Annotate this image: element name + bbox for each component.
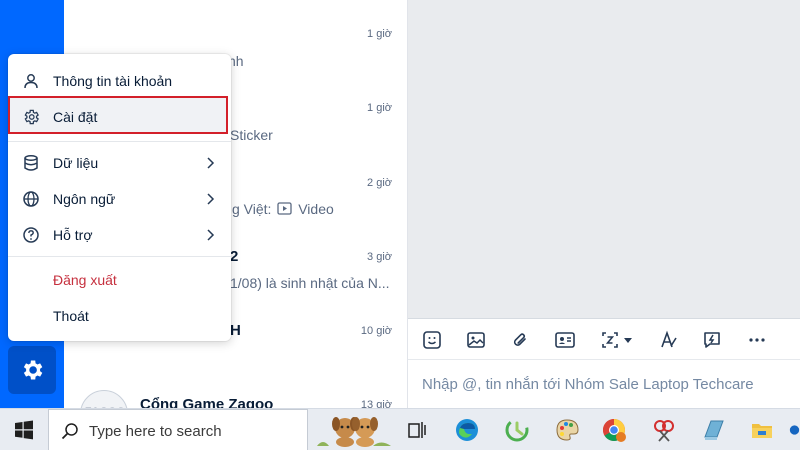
taskbar-app-edge[interactable] bbox=[453, 416, 481, 444]
text-format-button[interactable] bbox=[657, 328, 681, 352]
edge-icon bbox=[456, 419, 478, 441]
conversation-title: H bbox=[230, 322, 241, 339]
app-swirl-icon bbox=[505, 418, 529, 442]
gear-icon bbox=[23, 360, 43, 380]
sticker-button[interactable] bbox=[420, 328, 444, 352]
user-icon bbox=[24, 74, 38, 89]
conversation-time: 2 giờ bbox=[367, 177, 392, 189]
puppies-icon bbox=[317, 417, 391, 447]
conversation-time: 13 giờ bbox=[360, 399, 392, 408]
folder-icon bbox=[752, 424, 772, 438]
menu-divider bbox=[8, 256, 231, 257]
menu-item-data[interactable]: Dữ liệu bbox=[8, 145, 231, 181]
menu-item-language[interactable]: Ngôn ngữ bbox=[8, 181, 231, 217]
quick-message-button[interactable] bbox=[700, 328, 724, 352]
conversation-snippet: Sticker bbox=[230, 127, 273, 143]
conversation-snippet: g Việt: Video bbox=[232, 201, 334, 217]
search-placeholder: Type here to search bbox=[89, 423, 222, 440]
snippet-prefix: g Việt: bbox=[232, 201, 272, 217]
attach-button[interactable] bbox=[508, 328, 532, 352]
paperclip-icon bbox=[513, 333, 526, 346]
screenshot-icon bbox=[602, 332, 632, 348]
menu-item-account-info[interactable]: Thông tin tài khoản bbox=[8, 63, 231, 99]
lightning-message-icon bbox=[704, 332, 720, 348]
taskbar-app-notepad[interactable] bbox=[700, 416, 728, 444]
taskbar-app-chrome[interactable] bbox=[600, 416, 628, 444]
menu-label: Đăng xuất bbox=[53, 272, 117, 288]
menu-label: Ngôn ngữ bbox=[53, 191, 116, 207]
search-highlight-image bbox=[315, 412, 393, 448]
taskbar-search[interactable]: Type here to search bbox=[48, 409, 308, 450]
contact-card-icon bbox=[555, 332, 575, 348]
settings-menu: Thông tin tài khoản Cài đặt Dữ liệu Ngôn… bbox=[8, 54, 231, 341]
snippet-suffix: Video bbox=[298, 201, 334, 217]
taskbar-app-file-explorer[interactable] bbox=[748, 416, 776, 444]
start-button[interactable] bbox=[10, 416, 38, 444]
taskbar-app-snipping[interactable] bbox=[650, 416, 678, 444]
snipping-tool-icon bbox=[654, 420, 674, 442]
conversation-time: 10 giờ bbox=[360, 325, 392, 337]
chevron-right-icon bbox=[207, 229, 215, 241]
more-options-button[interactable] bbox=[745, 328, 769, 352]
conversation-time: 1 giờ bbox=[367, 102, 392, 114]
chat-messages-area bbox=[408, 0, 800, 318]
gear-icon bbox=[24, 109, 39, 125]
menu-item-support[interactable]: Hỗ trợ bbox=[8, 217, 231, 253]
task-view-button[interactable] bbox=[403, 416, 431, 444]
database-icon bbox=[24, 155, 38, 171]
conversation-title: 2 bbox=[230, 248, 239, 265]
screenshot-button[interactable] bbox=[598, 328, 638, 352]
sticker-icon bbox=[423, 331, 441, 349]
task-view-icon bbox=[408, 422, 426, 438]
conversation-time: 3 giờ bbox=[367, 251, 392, 263]
windows-logo-icon bbox=[15, 420, 33, 440]
menu-label: Thông tin tài khoản bbox=[53, 73, 173, 89]
search-icon bbox=[61, 423, 78, 440]
contact-card-button[interactable] bbox=[553, 328, 577, 352]
taskbar-app-partial[interactable] bbox=[789, 416, 800, 444]
conversation-time: 1 giờ bbox=[367, 28, 392, 40]
conversation-snippet: 1/08) là sinh nhật của N... bbox=[230, 275, 390, 291]
menu-label: Dữ liệu bbox=[53, 155, 99, 171]
chrome-icon bbox=[603, 419, 626, 442]
menu-label: Cài đặt bbox=[53, 109, 98, 125]
windows-taskbar: Type here to search bbox=[0, 408, 800, 450]
menu-label: Thoát bbox=[53, 308, 89, 324]
chevron-right-icon bbox=[207, 193, 215, 205]
menu-item-logout[interactable]: Đăng xuất bbox=[8, 262, 231, 298]
app-partial-icon bbox=[789, 425, 800, 435]
conversation-title: Cổng Game Zagoo bbox=[140, 396, 274, 408]
message-composer bbox=[408, 360, 800, 408]
menu-label: Hỗ trợ bbox=[53, 227, 93, 243]
taskbar-app-green[interactable] bbox=[503, 416, 531, 444]
video-icon bbox=[277, 202, 292, 215]
menu-item-settings[interactable]: Cài đặt bbox=[8, 99, 231, 135]
more-icon bbox=[749, 338, 765, 342]
chevron-right-icon bbox=[207, 157, 215, 169]
message-input[interactable] bbox=[422, 376, 792, 393]
globe-icon bbox=[23, 191, 39, 207]
help-icon bbox=[23, 227, 39, 243]
paint-palette-icon bbox=[556, 419, 579, 441]
menu-divider bbox=[8, 141, 231, 142]
composer-toolbar bbox=[408, 318, 800, 360]
settings-button[interactable] bbox=[8, 346, 56, 394]
menu-item-exit[interactable]: Thoát bbox=[8, 298, 231, 334]
taskbar-app-paint[interactable] bbox=[553, 416, 581, 444]
text-format-icon bbox=[661, 330, 677, 348]
image-button[interactable] bbox=[464, 328, 488, 352]
notepad-icon bbox=[704, 420, 724, 440]
image-icon bbox=[467, 332, 485, 348]
